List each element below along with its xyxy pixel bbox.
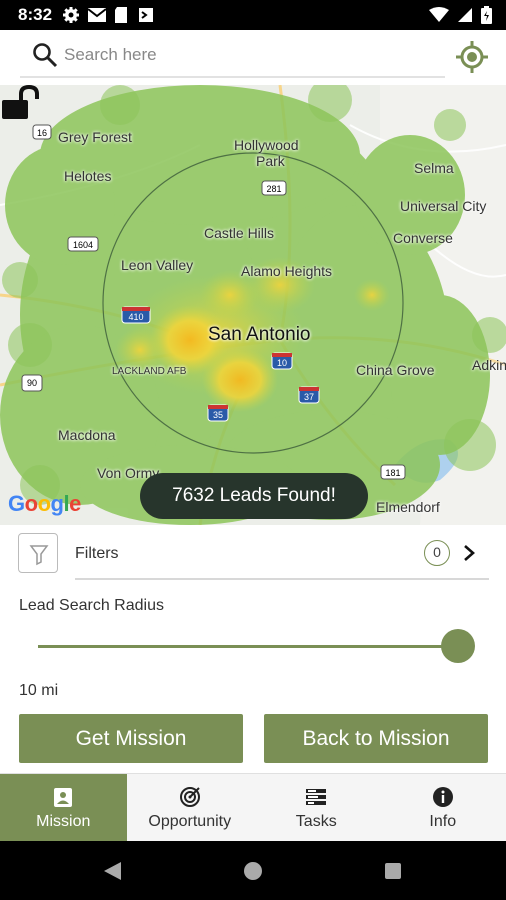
gear-icon: [62, 6, 80, 24]
status-bar: 8:32: [0, 0, 506, 30]
road-shield-410: 410: [128, 312, 143, 322]
slider-thumb[interactable]: [441, 629, 475, 663]
target-icon: [179, 787, 200, 807]
divider: [75, 578, 489, 580]
map-label: Converse: [393, 230, 453, 246]
signal-icon: [457, 7, 473, 28]
map-label: Park: [256, 153, 285, 169]
map-label: LACKLAND AFB: [112, 366, 187, 377]
map-label: Hollywood: [234, 137, 299, 153]
filters-label[interactable]: Filters: [75, 545, 119, 563]
unlock-icon[interactable]: [0, 85, 44, 121]
system-nav-bar: [0, 841, 506, 900]
mail-icon: [87, 6, 107, 24]
app-icon: [137, 6, 155, 24]
map-label: Macdona: [58, 427, 116, 443]
sim-icon: [112, 6, 130, 24]
map-label: Leon Valley: [121, 257, 194, 273]
map-label: Grey Forest: [58, 129, 132, 145]
radius-value: 10 mi: [19, 682, 59, 699]
road-shield-35: 35: [213, 410, 223, 420]
map-label: Alamo Heights: [241, 263, 333, 279]
tasks-icon: [306, 789, 327, 805]
map-label: Selma: [414, 160, 454, 176]
nav-tasks[interactable]: Tasks: [253, 774, 380, 842]
info-icon: [432, 787, 453, 807]
back-to-mission-button[interactable]: Back to Mission: [264, 714, 488, 763]
my-location-icon[interactable]: [455, 40, 489, 74]
google-logo: Google: [8, 491, 81, 516]
nav-label: Tasks: [295, 813, 337, 830]
status-time: 8:32: [18, 5, 53, 24]
map-view[interactable]: 16 281 1604 410 10 90 37 35 181 Grey For…: [0, 85, 506, 525]
slider-track[interactable]: [38, 645, 458, 648]
map-label: Castle Hills: [204, 225, 275, 241]
road-shield-181: 181: [385, 468, 400, 478]
status-right-icons: [429, 6, 492, 29]
road-shield-1604: 1604: [73, 240, 93, 250]
road-shield-16: 16: [37, 128, 47, 138]
map-label: Universal City: [400, 198, 487, 214]
search-field-container[interactable]: [20, 30, 445, 78]
badge-icon: [54, 788, 73, 807]
filter-button[interactable]: [18, 533, 58, 573]
road-shield-281: 281: [266, 184, 281, 194]
nav-mission[interactable]: Mission: [0, 774, 127, 842]
chevron-right-icon[interactable]: [462, 543, 476, 563]
radius-label: Lead Search Radius: [19, 597, 164, 614]
leads-found-badge: 7632 Leads Found!: [140, 473, 368, 519]
search-icon[interactable]: [32, 42, 58, 68]
status-left-icons: [62, 6, 155, 24]
radius-slider[interactable]: [38, 629, 475, 663]
map-label: China Grove: [356, 362, 435, 378]
road-shield-90: 90: [27, 378, 37, 388]
search-bar: [0, 30, 506, 85]
bottom-nav: Mission Opportunity Tasks Info: [0, 773, 506, 842]
nav-label: Mission: [36, 813, 91, 830]
filter-icon: [29, 545, 49, 566]
back-icon[interactable]: [104, 862, 121, 880]
nav-label: Opportunity: [148, 813, 232, 830]
nav-info[interactable]: Info: [380, 774, 506, 842]
wifi-icon: [429, 7, 449, 28]
nav-label: Info: [429, 813, 457, 830]
nav-opportunity[interactable]: Opportunity: [127, 774, 254, 842]
map-label-city: San Antonio: [208, 324, 311, 345]
road-shield-10: 10: [277, 358, 287, 368]
get-mission-button[interactable]: Get Mission: [19, 714, 243, 763]
battery-icon: [481, 6, 492, 29]
filter-count-badge: 0: [424, 540, 450, 566]
map-label: Helotes: [64, 168, 112, 184]
recents-icon[interactable]: [385, 863, 401, 879]
home-icon[interactable]: [244, 862, 262, 880]
map-label: Elmendorf: [376, 499, 440, 515]
search-input[interactable]: [64, 42, 424, 68]
road-shield-37: 37: [304, 392, 314, 402]
map-label: Adkin: [472, 357, 506, 373]
